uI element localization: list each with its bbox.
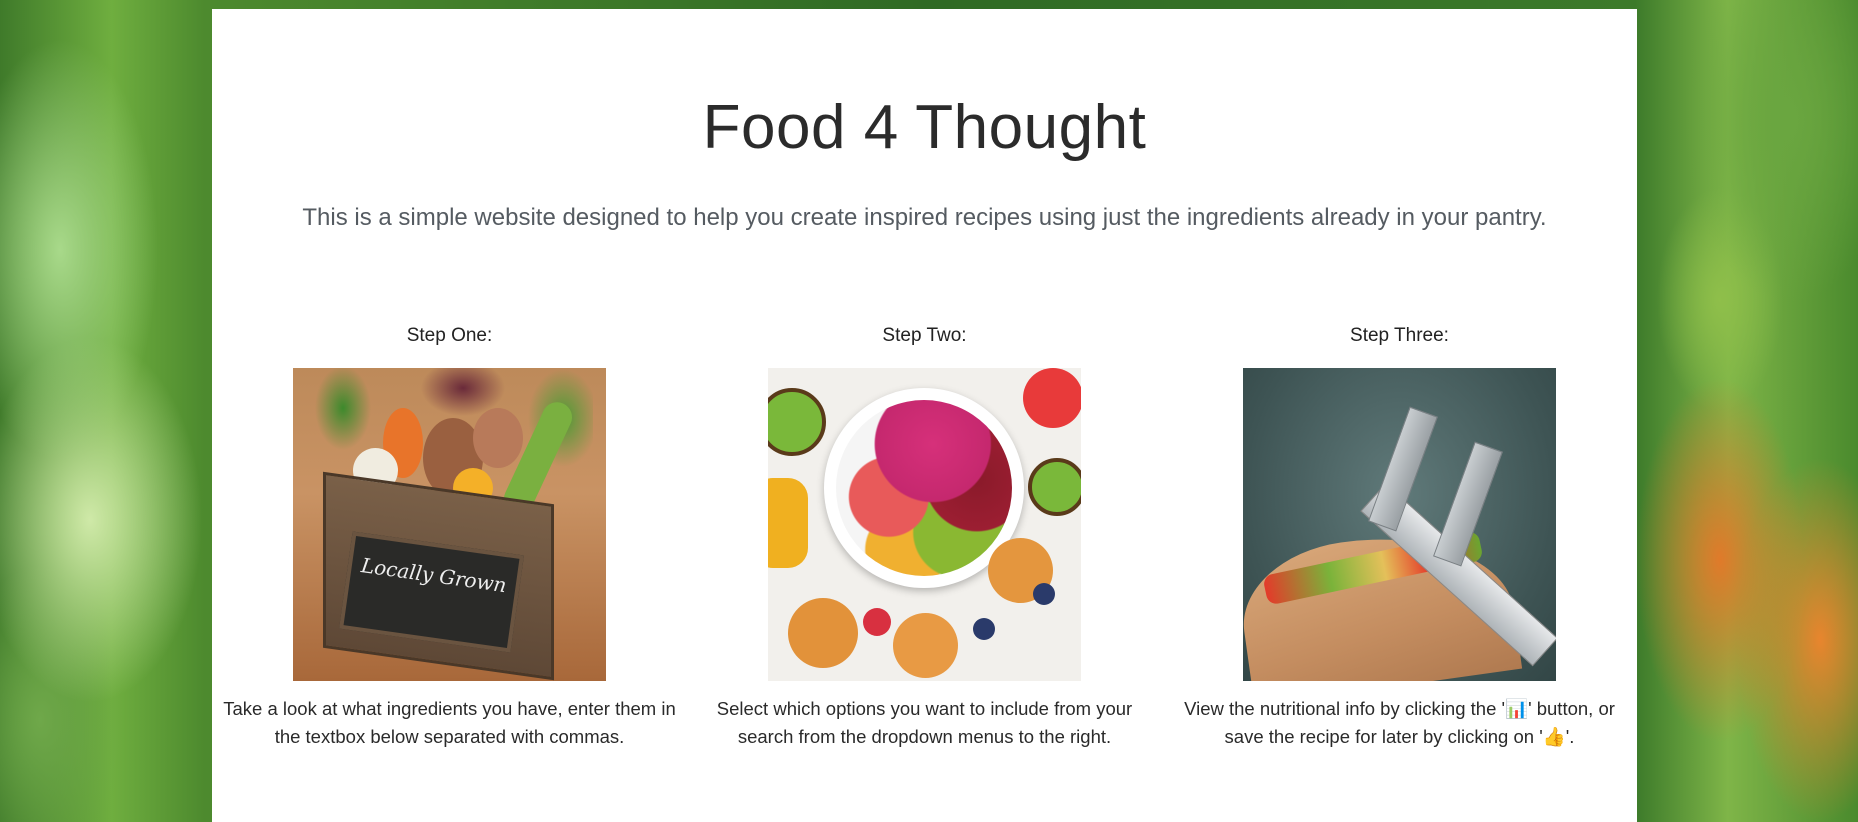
- kiwi-shape: [1028, 458, 1081, 516]
- kiwi-shape: [768, 388, 826, 456]
- step-three-text: View the nutritional info by clicking th…: [1184, 698, 1615, 747]
- step-three-heading: Step Three:: [1350, 325, 1449, 346]
- strawberry-shape: [863, 608, 891, 636]
- step-two-heading: Step Two:: [882, 325, 967, 346]
- step-two: Step Two: Select which options you want …: [687, 323, 1162, 751]
- muffin-shape: [788, 598, 858, 668]
- step-two-text: Select which options you want to include…: [716, 698, 1133, 747]
- caliper-jaw-shape: [1433, 441, 1503, 567]
- chalkboard-text: Locally Grown: [359, 553, 509, 598]
- vegetable-crate-image: Locally Grown: [293, 368, 606, 681]
- blueberry-shape: [1033, 583, 1055, 605]
- main-panel: Food 4 Thought This is a simple website …: [212, 9, 1637, 822]
- caliper-jaw-shape: [1368, 406, 1438, 532]
- page-title: Food 4 Thought: [702, 93, 1147, 162]
- step-one-text: Take a look at what ingredients you have…: [223, 698, 676, 747]
- sandwich-caliper-image: [1243, 368, 1556, 681]
- strawberry-shape: [1023, 368, 1081, 428]
- step-one-heading: Step One:: [406, 325, 493, 346]
- intro-text: This is a simple website designed to hel…: [302, 204, 1547, 231]
- blueberry-shape: [973, 618, 995, 640]
- step-three: Step Three: View the nutritional info by…: [1162, 323, 1637, 751]
- smoothie-bowl-image: [768, 368, 1081, 681]
- muffin-shape: [893, 613, 958, 678]
- bowl-fruit-shape: [836, 400, 1012, 576]
- potato-shape: [473, 408, 523, 468]
- step-one: Step One: Locally Grown Take a look at w…: [212, 323, 687, 751]
- mango-shape: [768, 478, 808, 568]
